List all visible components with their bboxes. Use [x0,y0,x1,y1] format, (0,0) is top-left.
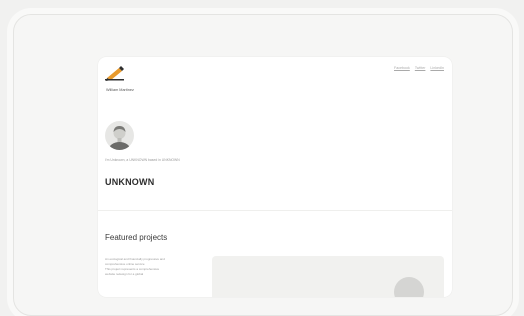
nav-link-facebook[interactable]: Facebook [394,66,410,70]
nav-link-twitter[interactable]: Twitter [415,66,426,70]
thumbnail-shape [394,277,424,297]
site-name[interactable]: William Martinez [106,88,134,92]
project-line: website redesign for a global [105,272,144,276]
social-nav: Facebook Twitter LinkedIn [394,66,444,70]
pencil-logo-icon[interactable] [105,65,125,81]
avatar [105,121,134,150]
featured-projects-title: Featured projects [105,233,168,242]
portfolio-page: William Martinez Facebook Twitter Linked… [98,57,452,297]
person-avatar-icon [108,126,131,150]
headline: UNKNOWN [105,177,155,187]
nav-link-linkedin[interactable]: LinkedIn [430,66,444,70]
project-description: An ecological and financially progressiv… [105,257,200,277]
section-divider [98,210,452,211]
project-thumbnail[interactable] [212,256,444,297]
bio-text: I'm Unknown, a UNKNOWN based in UNKNOWN [105,158,180,162]
